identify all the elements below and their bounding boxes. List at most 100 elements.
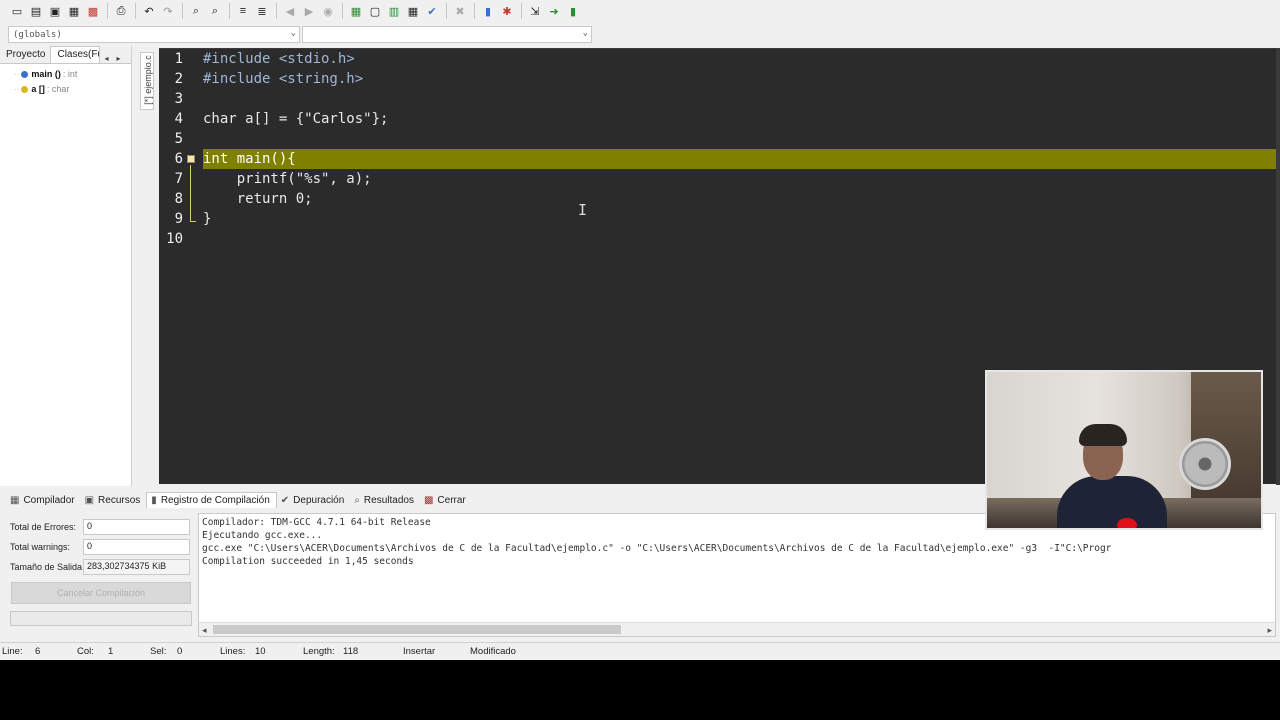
undo-icon[interactable]: ↶ bbox=[140, 2, 158, 20]
log-horizontal-scrollbar[interactable]: ◂ ▸ bbox=[199, 622, 1275, 636]
redo-icon[interactable]: ↷ bbox=[159, 2, 177, 20]
status-insert-mode: Insertar bbox=[403, 646, 436, 657]
webcam-fan bbox=[1179, 438, 1231, 490]
scroll-left-icon[interactable]: ◂ bbox=[202, 623, 207, 637]
layout-icon[interactable]: ▥ bbox=[385, 2, 403, 20]
scrollbar-thumb[interactable] bbox=[213, 625, 621, 634]
line-number: 9 bbox=[174, 211, 183, 227]
export-icon[interactable]: ⇲ bbox=[526, 2, 544, 20]
toolbar-separator bbox=[276, 3, 277, 19]
log-line: Compilation succeeded in 1,45 seconds bbox=[202, 556, 414, 567]
toolbar-separator bbox=[521, 3, 522, 19]
tree-item-a[interactable]: ·· a [] : char bbox=[14, 84, 69, 94]
line-number: 1 bbox=[174, 51, 183, 67]
class-browser-panel: Proyecto Clases(Fun ◂ ▸ ·· main () : int… bbox=[0, 46, 132, 486]
new-project-icon[interactable]: ▦ bbox=[347, 2, 365, 20]
tab-label: Cerrar bbox=[437, 494, 466, 506]
output-size-field: 283,302734375 KiB bbox=[83, 559, 190, 575]
tree-item-name: a [] bbox=[31, 84, 45, 94]
tree-connector: ·· bbox=[14, 69, 20, 79]
save-icon[interactable]: ▣ bbox=[46, 2, 64, 20]
profile-icon[interactable]: ✱ bbox=[498, 2, 516, 20]
scope-bar: (globals) ⌄ ⌄ bbox=[0, 24, 1280, 44]
status-lines-label: Lines: bbox=[220, 646, 246, 657]
line-number-gutter: 1 2 3 4 5 6 7 8 9 10 bbox=[159, 49, 201, 484]
run-icon[interactable]: ➜ bbox=[545, 2, 563, 20]
grid-icon[interactable]: ▦ bbox=[404, 2, 422, 20]
log-line: gcc.exe "C:\Users\ACER\Documents\Archivo… bbox=[202, 543, 1112, 554]
globals-combo[interactable]: (globals) ⌄ bbox=[8, 26, 300, 43]
tab-proyecto[interactable]: Proyecto bbox=[0, 47, 50, 63]
line-number: 7 bbox=[174, 171, 183, 187]
status-line-label: Line: bbox=[2, 646, 23, 657]
webcam-person bbox=[1057, 476, 1167, 528]
tree-connector: ·· bbox=[14, 84, 20, 94]
output-size-label: Tamaño de Salida bbox=[10, 562, 83, 572]
indent-icon[interactable]: ≡ bbox=[234, 2, 252, 20]
close-file-icon[interactable]: ▩ bbox=[84, 2, 102, 20]
function-icon bbox=[21, 70, 29, 78]
variable-icon bbox=[21, 85, 29, 93]
unindent-icon[interactable]: ≣ bbox=[253, 2, 271, 20]
tab-cerrar[interactable]: ▩ Cerrar bbox=[420, 493, 472, 508]
print-icon[interactable]: ⎙ bbox=[112, 2, 130, 20]
tab-recursos[interactable]: ▣ Recursos bbox=[81, 493, 147, 508]
status-modified: Modificado bbox=[470, 646, 516, 657]
replace-icon[interactable]: ⌕ bbox=[206, 2, 224, 20]
functions-combo[interactable]: ⌄ bbox=[302, 26, 592, 43]
webcam-red-object bbox=[1117, 518, 1137, 528]
line-number: 5 bbox=[174, 131, 183, 147]
line-number: 4 bbox=[174, 111, 183, 127]
chart-icon[interactable]: ▮ bbox=[479, 2, 497, 20]
cancel-compilation-button[interactable]: Cancelar Compilación bbox=[11, 582, 191, 604]
text-cursor-icon: I bbox=[578, 201, 588, 219]
webcam-overlay bbox=[985, 370, 1263, 530]
debug-icon[interactable]: ▮ bbox=[564, 2, 582, 20]
tab-scroll-right-icon[interactable]: ▸ bbox=[112, 54, 124, 63]
tab-clases[interactable]: Clases(Fun bbox=[50, 46, 101, 63]
tab-label: Registro de Compilación bbox=[160, 495, 270, 506]
open-file-icon[interactable]: ▤ bbox=[27, 2, 45, 20]
toolbar: ▭ ▤ ▣ ▦ ▩ ⎙ ↶ ↷ ⌕ ⌕ ≡ ≣ ◀ ▶ ◉ ▦ ▢ ▥ ▦ ✔ … bbox=[0, 0, 1280, 22]
file-tab-ejemplo[interactable]: [*] ejemplo.c bbox=[140, 52, 154, 110]
goto-icon[interactable]: ◉ bbox=[319, 2, 337, 20]
check-syntax-icon[interactable]: ✔ bbox=[423, 2, 441, 20]
status-line-value: 6 bbox=[35, 646, 41, 657]
stop-icon[interactable]: ✖ bbox=[451, 2, 469, 20]
save-all-icon[interactable]: ▦ bbox=[65, 2, 83, 20]
tree-item-main[interactable]: ·· main () : int bbox=[14, 69, 77, 79]
tab-depuracion[interactable]: ✔ Depuración bbox=[277, 493, 351, 508]
warnings-field: 0 bbox=[83, 539, 190, 555]
errors-field: 0 bbox=[83, 519, 190, 535]
warnings-label: Total warnings: bbox=[10, 542, 71, 552]
compiler-icon: ▦ bbox=[10, 494, 20, 506]
code-line-current: int main(){ bbox=[203, 151, 296, 167]
tab-resultados[interactable]: ⌕ Resultados bbox=[350, 493, 420, 508]
scroll-right-icon[interactable]: ▸ bbox=[1267, 623, 1272, 637]
find-icon[interactable]: ⌕ bbox=[187, 2, 205, 20]
editor-scrollbar[interactable] bbox=[1276, 49, 1280, 485]
status-col-label: Col: bbox=[77, 646, 94, 657]
chevron-down-icon: ⌄ bbox=[582, 28, 588, 38]
fold-guide bbox=[190, 165, 191, 221]
tab-label: Recursos bbox=[98, 494, 141, 506]
code-line: printf("%s", a); bbox=[203, 171, 372, 187]
new-file-icon[interactable]: ▭ bbox=[8, 2, 26, 20]
code-line: #include <stdio.h> bbox=[203, 51, 355, 67]
tab-registro-compilacion[interactable]: ▮ Registro de Compilación bbox=[146, 492, 277, 508]
window-icon[interactable]: ▢ bbox=[366, 2, 384, 20]
status-length-value: 118 bbox=[343, 646, 359, 657]
forward-icon[interactable]: ▶ bbox=[300, 2, 318, 20]
tab-compilador[interactable]: ▦ Compilador bbox=[6, 493, 81, 508]
back-icon[interactable]: ◀ bbox=[281, 2, 299, 20]
compile-progress-bar bbox=[10, 611, 192, 626]
tab-scroll-left-icon[interactable]: ◂ bbox=[100, 54, 112, 63]
chevron-down-icon: ⌄ bbox=[290, 28, 296, 38]
status-lines-value: 10 bbox=[255, 646, 266, 657]
compile-log[interactable]: Compilador: TDM-GCC 4.7.1 64-bit Release… bbox=[198, 513, 1276, 637]
toolbar-separator bbox=[474, 3, 475, 19]
tree-item-type: : int bbox=[62, 69, 78, 79]
fold-toggle-icon[interactable] bbox=[187, 155, 195, 163]
line-number: 10 bbox=[166, 231, 183, 247]
resources-icon: ▣ bbox=[84, 494, 95, 506]
